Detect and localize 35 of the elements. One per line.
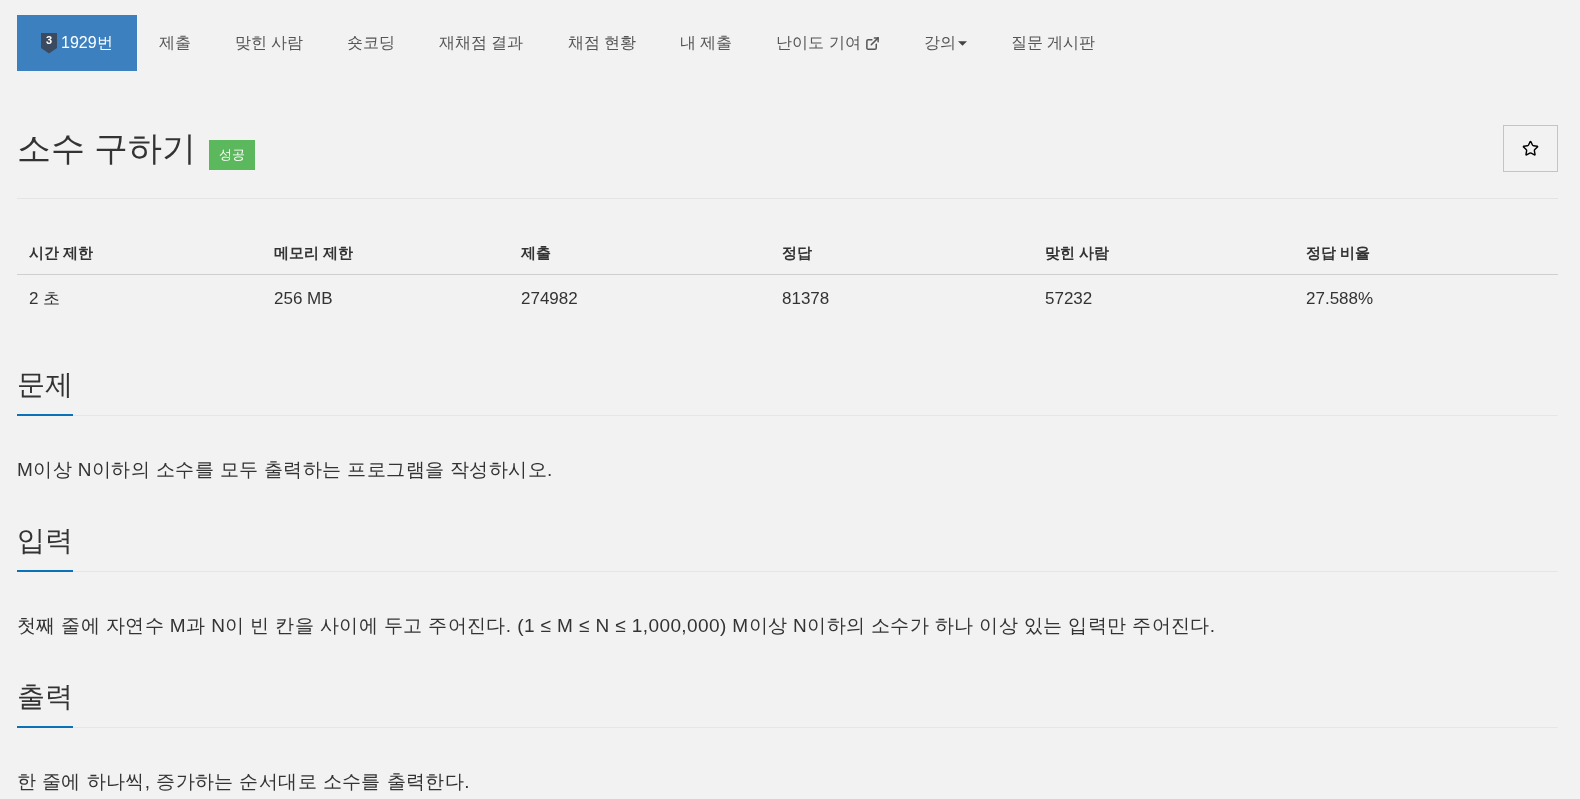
caret-icon xyxy=(957,40,967,46)
nav-tab[interactable]: 맞힌 사람 xyxy=(212,15,326,71)
nav-tab[interactable]: 질문 게시판 xyxy=(988,15,1118,71)
problem-title: 소수 구하기 xyxy=(17,128,197,169)
nav-tab[interactable]: 채점 현황 xyxy=(545,15,658,71)
section-heading: 문제 xyxy=(17,366,73,416)
problem-tab[interactable]: 3 1929번 xyxy=(17,15,137,71)
section-text: 한 줄에 하나씩, 증가하는 순서대로 소수를 출력한다. xyxy=(17,770,471,794)
column-header: 정답 xyxy=(782,243,812,261)
column-header: 제출 xyxy=(521,243,551,261)
table-cell: 2 초 xyxy=(29,289,61,309)
table-cell: 81378 xyxy=(782,289,830,309)
nav-tab[interactable]: 재채점 결과 xyxy=(417,15,546,71)
column-header: 맞힌 사람 xyxy=(1045,243,1110,261)
section-text: 첫째 줄에 자연수 M과 N이 빈 칸을 사이에 두고 주어진다. (1 ≤ M ≤ N ≤ 1,000,000) M이상 N이하의 소수가 하나 이상 있는 입력만 주어진다. xyxy=(17,614,1217,638)
nav-tab[interactable]: 강의 xyxy=(901,15,989,71)
external-link-icon xyxy=(864,35,880,51)
column-header: 메모리 제한 xyxy=(274,243,354,261)
status-badge: 성공 xyxy=(209,140,256,170)
table-cell: 274982 xyxy=(521,289,578,309)
table-cell: 57232 xyxy=(1045,289,1093,309)
section-heading: 입력 xyxy=(17,522,73,572)
tier-badge: 3 xyxy=(41,32,57,54)
column-header: 정답 비율 xyxy=(1306,243,1371,261)
nav-tab[interactable]: 내 제출 xyxy=(657,15,755,71)
star-icon xyxy=(1522,139,1539,157)
section-text: M이상 N이하의 소수를 모두 출력하는 프로그램을 작성하시오. xyxy=(17,458,554,482)
table-cell: 256 MB xyxy=(274,289,333,309)
section-heading: 출력 xyxy=(17,678,73,728)
column-header: 시간 제한 xyxy=(29,243,94,261)
favorite-button[interactable] xyxy=(1503,124,1558,172)
nav-tab[interactable]: 난이도 기여 xyxy=(754,15,902,71)
nav-tab[interactable]: 숏코딩 xyxy=(325,15,418,71)
nav-tab[interactable]: 제출 xyxy=(136,15,213,71)
table-cell: 27.588% xyxy=(1306,289,1374,309)
